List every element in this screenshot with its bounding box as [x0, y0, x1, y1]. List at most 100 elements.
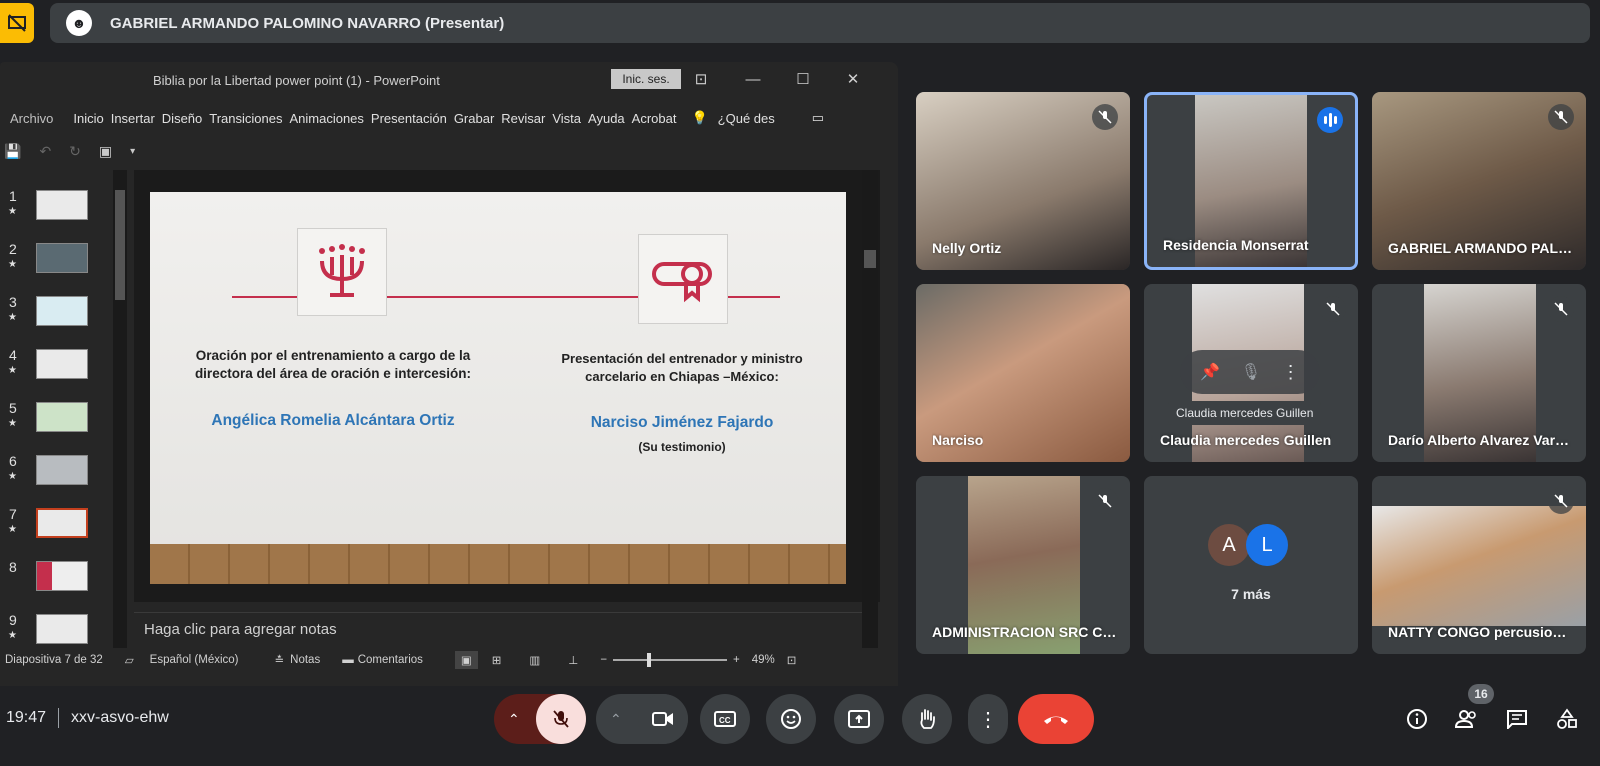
leave-call-button[interactable]: [1018, 694, 1094, 744]
more-participants-tile[interactable]: A L 7 más: [1144, 476, 1358, 654]
undo-icon[interactable]: ↶: [39, 143, 51, 160]
stop-presenting-button[interactable]: [0, 3, 34, 43]
tab-archivo[interactable]: Archivo: [10, 111, 53, 126]
slide-thumb[interactable]: 3 ★: [0, 294, 110, 348]
zoom-in-icon[interactable]: +: [733, 654, 740, 666]
slide-preview: [36, 402, 88, 432]
slide-sorter-icon[interactable]: ⊞: [492, 653, 502, 667]
meeting-details-button[interactable]: [1402, 704, 1432, 734]
maximize-icon[interactable]: ☐: [788, 67, 818, 91]
pin-icon[interactable]: 📌: [1200, 362, 1220, 382]
slide-thumb-current[interactable]: 7 ★: [0, 506, 110, 560]
zoom-out-icon[interactable]: −: [600, 654, 607, 666]
present-now-button[interactable]: [834, 694, 884, 744]
activities-icon: [1557, 708, 1577, 729]
camera-toggle-button[interactable]: [638, 694, 688, 744]
normal-view-icon[interactable]: ▣: [454, 651, 478, 669]
reading-view-icon[interactable]: ▥: [529, 653, 540, 667]
slide-thumb[interactable]: 6 ★: [0, 453, 110, 507]
more-participants-label: 7 más: [1231, 586, 1271, 602]
participant-name: ADMINISTRACION SRC COMUNICACIONES: [932, 624, 1118, 640]
participant-tile[interactable]: Narciso: [916, 284, 1130, 462]
raise-hand-button[interactable]: [902, 694, 952, 744]
participant-tile-hover[interactable]: 📌 🎙 ⋮ Claudia mercedes Guillen Claudia m…: [1144, 284, 1358, 462]
info-icon: [1407, 709, 1427, 729]
notes-icon[interactable]: ≛: [275, 653, 285, 667]
participant-tile[interactable]: Nelly Ortiz: [916, 92, 1130, 270]
chat-icon: [1507, 710, 1527, 729]
participant-video: [1372, 506, 1586, 626]
tab-transiciones[interactable]: Transiciones: [209, 111, 282, 126]
more-options-button[interactable]: ⋮: [968, 694, 1008, 744]
participant-tile[interactable]: Darío Alberto Alvarez Vargas: [1372, 284, 1586, 462]
close-icon[interactable]: ✕: [838, 67, 868, 91]
people-button[interactable]: [1452, 704, 1482, 734]
tab-inicio[interactable]: Inicio: [73, 111, 103, 126]
tab-acrobat[interactable]: Acrobat: [632, 111, 677, 126]
slide-thumb[interactable]: 8: [0, 559, 110, 613]
notes-pane[interactable]: Haga clic para agregar notas: [134, 612, 862, 646]
video-options-icon[interactable]: ⌃: [610, 711, 622, 728]
zoom-slider[interactable]: [613, 653, 728, 667]
redo-icon[interactable]: ↻: [69, 143, 81, 160]
minimize-icon[interactable]: —: [738, 67, 768, 91]
slide-number: 9: [9, 612, 17, 628]
ribbon-display-icon[interactable]: ⊡: [686, 67, 716, 91]
current-slide[interactable]: Oración por el entrenamiento a cargo de …: [150, 192, 846, 584]
fit-slide-icon[interactable]: ⊡: [787, 653, 797, 667]
participant-tile[interactable]: ADMINISTRACION SRC COMUNICACIONES: [916, 476, 1130, 654]
zoom-level[interactable]: 49%: [752, 654, 775, 666]
thumbnail-scrollbar[interactable]: [113, 170, 127, 648]
chat-button[interactable]: [1502, 704, 1532, 734]
sign-in-button[interactable]: Inic. ses.: [611, 69, 681, 89]
tab-vista[interactable]: Vista: [552, 111, 581, 126]
slide-thumb[interactable]: 2 ★: [0, 241, 110, 295]
comments-icon[interactable]: ▬: [342, 654, 354, 666]
slideshow-view-icon[interactable]: ⊥: [568, 653, 578, 667]
left-name: Angélica Romelia Alcántara Ortiz: [211, 412, 455, 429]
tab-grabar[interactable]: Grabar: [454, 111, 494, 126]
mic-off-icon: [1548, 488, 1574, 514]
tab-presentacion[interactable]: Presentación: [371, 111, 447, 126]
participant-tile[interactable]: GABRIEL ARMANDO PALOMINO NAVARRO: [1372, 92, 1586, 270]
save-icon[interactable]: 💾: [4, 143, 21, 160]
slide-thumb[interactable]: 5 ★: [0, 400, 110, 454]
more-options-icon[interactable]: ⋮: [1282, 362, 1300, 383]
more-avatars: A L: [1208, 524, 1288, 566]
tab-diseno[interactable]: Diseño: [162, 111, 202, 126]
presenter-avatar: ☻: [66, 10, 92, 36]
animation-star-icon: ★: [8, 630, 17, 641]
tell-me-search[interactable]: ¿Qué des: [718, 111, 775, 126]
notes-button[interactable]: Notas: [290, 654, 320, 666]
slide-number: 1: [9, 188, 17, 204]
tab-revisar[interactable]: Revisar: [501, 111, 545, 126]
comment-icon[interactable]: ▭: [812, 110, 824, 126]
language-indicator[interactable]: Español (México): [150, 654, 239, 666]
mute-participant-icon[interactable]: 🎙: [1241, 362, 1261, 382]
customize-qat-icon[interactable]: ▾: [130, 146, 135, 157]
accessibility-icon[interactable]: ▱: [125, 653, 134, 667]
tab-ayuda[interactable]: Ayuda: [588, 111, 625, 126]
tab-insertar[interactable]: Insertar: [111, 111, 155, 126]
present-to-all-icon: [848, 710, 870, 728]
captions-button[interactable]: CC: [700, 694, 750, 744]
tab-animaciones[interactable]: Animaciones: [289, 111, 363, 126]
lightbulb-icon[interactable]: 💡: [691, 110, 707, 126]
participant-tile[interactable]: NATTY CONGO percusiones: [1372, 476, 1586, 654]
slide-scrollbar[interactable]: [862, 170, 878, 658]
participant-tile-speaking[interactable]: Residencia Monserrat: [1144, 92, 1358, 270]
mic-off-icon: [1320, 296, 1346, 322]
mic-off-icon: [1092, 104, 1118, 130]
participant-name: GABRIEL ARMANDO PALOMINO NAVARRO: [1388, 240, 1574, 256]
participant-name: Nelly Ortiz: [932, 240, 1002, 256]
meeting-info: 19:47 xxv-asvo-ehw: [6, 708, 169, 728]
activities-button[interactable]: [1552, 704, 1582, 734]
participant-name: Darío Alberto Alvarez Vargas: [1388, 432, 1574, 448]
comments-button[interactable]: Comentarios: [358, 654, 423, 666]
audio-options-icon[interactable]: ⌃: [508, 711, 520, 728]
start-slideshow-icon[interactable]: ▣: [99, 143, 112, 160]
slide-thumb[interactable]: 4 ★: [0, 347, 110, 401]
mic-toggle-button[interactable]: [536, 694, 586, 744]
slide-thumb[interactable]: 1 ★: [0, 188, 110, 242]
reactions-button[interactable]: [766, 694, 816, 744]
